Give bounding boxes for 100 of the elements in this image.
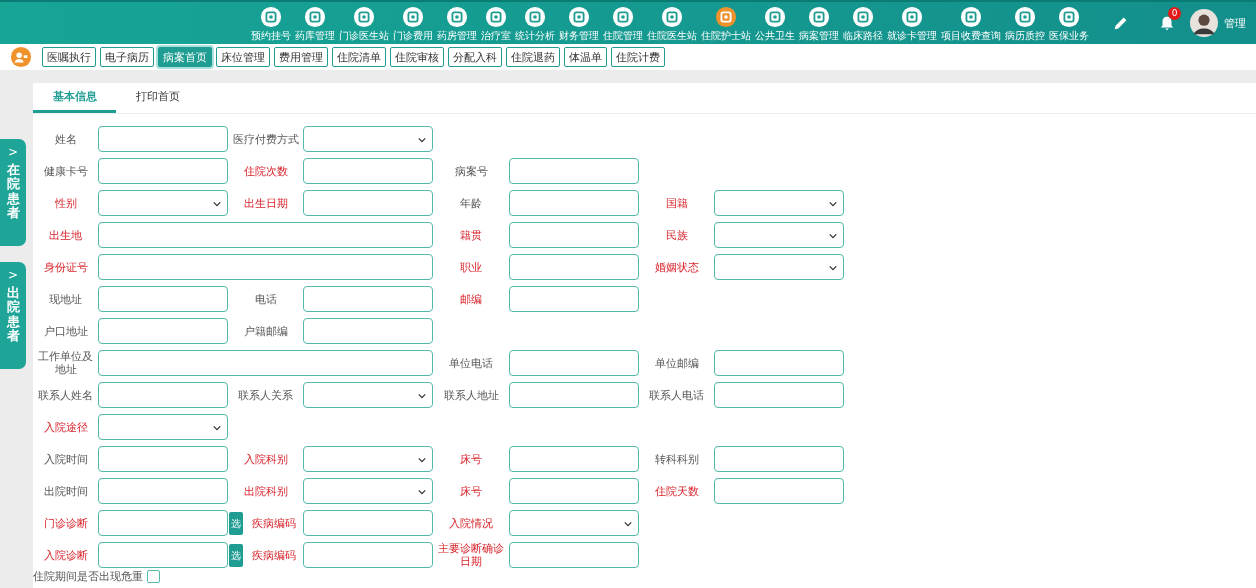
arrow-icon: > <box>7 268 19 282</box>
page-tab[interactable]: 打印首页 <box>116 83 199 113</box>
module-icon <box>960 5 982 28</box>
module-tab[interactable]: 床位管理 <box>216 47 270 67</box>
input-field[interactable] <box>509 222 639 248</box>
avatar-icon[interactable] <box>1190 9 1218 37</box>
module-tab[interactable]: 住院计费 <box>611 47 665 67</box>
module-tab[interactable]: 电子病历 <box>100 47 154 67</box>
select-field[interactable] <box>303 382 433 408</box>
input-field[interactable] <box>509 478 639 504</box>
input-field[interactable] <box>509 446 639 472</box>
input-field[interactable] <box>98 478 228 504</box>
input-field[interactable] <box>98 350 433 376</box>
module-button[interactable]: 财务管理 <box>558 5 600 41</box>
input-field[interactable] <box>509 382 639 408</box>
module-icon <box>524 5 546 28</box>
select-field[interactable] <box>303 126 433 152</box>
module-tab[interactable]: 费用管理 <box>274 47 328 67</box>
field-label: 姓名 <box>53 132 78 146</box>
side-tab[interactable]: > 在院患者 <box>0 139 26 246</box>
select-field[interactable] <box>714 254 844 280</box>
checkbox[interactable] <box>147 570 160 583</box>
input-field[interactable] <box>303 158 433 184</box>
input-field[interactable] <box>98 158 228 184</box>
field-label: 转科科别 <box>653 452 700 466</box>
input-field[interactable] <box>509 286 639 312</box>
select-button[interactable]: 选 <box>229 544 243 567</box>
module-tab[interactable]: 医嘱执行 <box>42 47 96 67</box>
module-icon <box>402 5 424 28</box>
module-tab[interactable]: 住院清单 <box>332 47 386 67</box>
field-label: 电话 <box>253 292 278 306</box>
input-field[interactable] <box>98 286 228 312</box>
module-button[interactable]: 住院护士站 <box>700 5 752 41</box>
module-button[interactable]: 住院管理 <box>602 5 644 41</box>
input-field[interactable] <box>303 190 433 216</box>
module-button[interactable]: 住院医生站 <box>646 5 698 41</box>
input-field[interactable] <box>98 382 228 408</box>
select-field[interactable] <box>98 414 228 440</box>
module-icon <box>715 5 737 28</box>
module-button[interactable]: 统计分析 <box>514 5 556 41</box>
input-field[interactable] <box>303 318 433 344</box>
module-button[interactable]: 公共卫生 <box>754 5 796 41</box>
module-tab[interactable]: 病案首页 <box>158 47 212 67</box>
field-label: 出生日期 <box>242 196 289 210</box>
select-field[interactable] <box>714 190 844 216</box>
module-button[interactable]: 门诊医生站 <box>338 5 390 41</box>
module-button[interactable]: 项目收费查询 <box>940 5 1002 41</box>
module-tab[interactable]: 体温单 <box>564 47 607 67</box>
module-icon <box>1058 5 1080 28</box>
module-button[interactable]: 就诊卡管理 <box>886 5 938 41</box>
module-button[interactable]: 病历质控 <box>1004 5 1046 41</box>
input-field[interactable] <box>509 254 639 280</box>
field-label: 职业 <box>459 260 483 274</box>
input-field[interactable] <box>98 510 228 536</box>
select-field[interactable] <box>303 478 433 504</box>
chevron-icon <box>829 201 837 207</box>
input-field[interactable] <box>509 190 639 216</box>
bell-icon[interactable] <box>1158 14 1176 32</box>
module-button[interactable]: 病案管理 <box>798 5 840 41</box>
input-field[interactable] <box>98 318 228 344</box>
module-button[interactable]: 治疗室 <box>480 5 512 41</box>
input-field[interactable] <box>303 510 433 536</box>
select-field[interactable] <box>303 446 433 472</box>
select-button[interactable]: 选 <box>229 512 243 535</box>
module-tab[interactable]: 分配入科 <box>448 47 502 67</box>
field-label: 联系人地址 <box>442 388 500 402</box>
module-button[interactable]: 药库管理 <box>294 5 336 41</box>
chevron-icon <box>418 393 426 399</box>
input-field[interactable] <box>98 254 433 280</box>
module-tab[interactable]: 住院审核 <box>390 47 444 67</box>
field-label: 住院期间是否出现危重 <box>33 569 143 584</box>
input-field[interactable] <box>714 382 844 408</box>
input-field[interactable] <box>509 158 639 184</box>
page-tab[interactable]: 基本信息 <box>33 83 116 113</box>
module-button[interactable]: 临床路径 <box>842 5 884 41</box>
input-field[interactable] <box>303 542 433 568</box>
select-field[interactable] <box>509 510 639 536</box>
select-field[interactable] <box>98 190 228 216</box>
input-field[interactable] <box>714 446 844 472</box>
field-label: 床号 <box>459 484 483 498</box>
module-icon <box>1014 5 1036 28</box>
module-button[interactable]: 门诊费用 <box>392 5 434 41</box>
side-tab[interactable]: > 出院患者 <box>0 262 26 369</box>
input-field[interactable] <box>303 286 433 312</box>
module-button[interactable]: 医保业务 <box>1048 5 1090 41</box>
field-label: 户口地址 <box>42 324 89 338</box>
module-button[interactable]: 药房管理 <box>436 5 478 41</box>
select-field[interactable] <box>714 222 844 248</box>
input-field[interactable] <box>714 478 844 504</box>
module-tab[interactable]: 住院退药 <box>506 47 560 67</box>
input-field[interactable] <box>98 126 228 152</box>
user-name[interactable]: 管理 <box>1224 15 1246 31</box>
input-field[interactable] <box>98 446 228 472</box>
input-field[interactable] <box>98 542 228 568</box>
module-button[interactable]: 预约挂号 <box>250 5 292 41</box>
input-field[interactable] <box>98 222 433 248</box>
input-field[interactable] <box>509 350 639 376</box>
input-field[interactable] <box>714 350 844 376</box>
input-field[interactable] <box>509 542 639 568</box>
field-label: 入院科别 <box>242 452 289 466</box>
